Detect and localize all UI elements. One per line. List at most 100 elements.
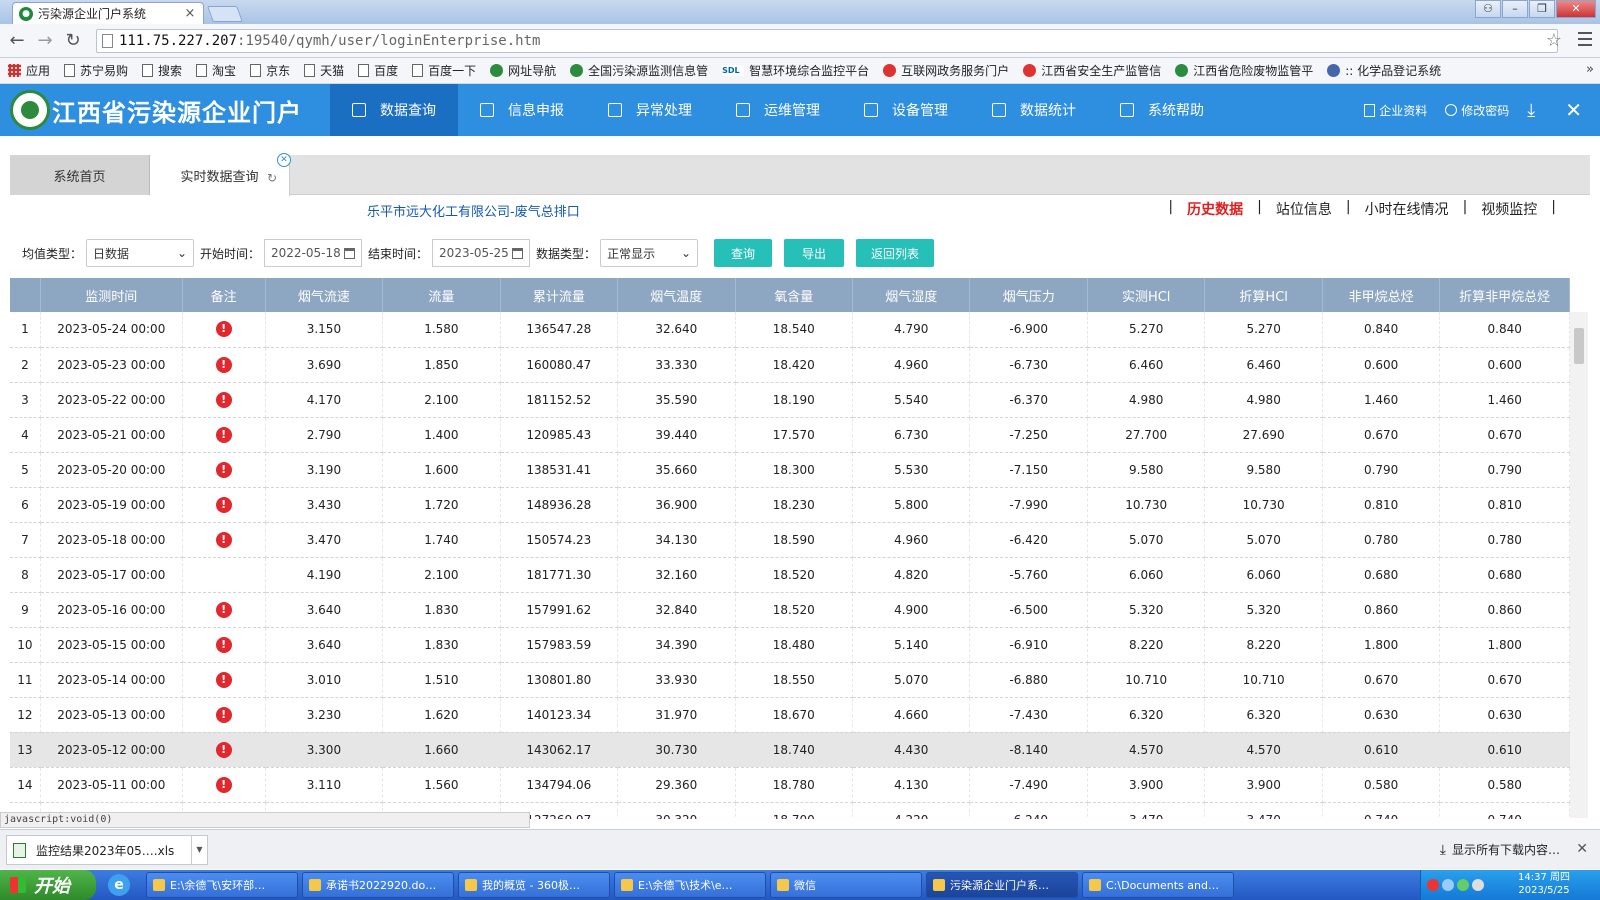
table-row[interactable]: 14 2023-05-11 00:00! 3.110 1.560 134794.06 29… [10, 767, 1570, 803]
bookmark-item[interactable]: 搜索 [142, 62, 182, 79]
refresh-icon[interactable]: ↻ [267, 171, 277, 185]
video-monitor-link[interactable]: 视频监控 [1481, 199, 1537, 219]
chevron-down-icon[interactable]: ▼ [191, 836, 207, 864]
warning-icon[interactable]: ! [215, 671, 232, 688]
nav-help[interactable]: 系统帮助 [1098, 84, 1226, 136]
nav-maintenance[interactable]: 运维管理 [714, 84, 842, 136]
table-row[interactable]: 11 2023-05-14 00:00! 3.010 1.510 130801.80 33… [10, 662, 1570, 698]
export-button[interactable]: 导出 [784, 239, 845, 267]
nav-equipment[interactable]: 设备管理 [842, 84, 970, 136]
warning-icon[interactable]: ! [215, 391, 232, 408]
table-row[interactable]: 10 2023-05-15 00:00! 3.640 1.830 157983.59 34… [10, 627, 1570, 663]
tray-icon[interactable] [1472, 879, 1484, 891]
bookmark-item[interactable]: 网址导航 [490, 62, 556, 79]
taskbar-task[interactable]: E:\余德飞\技术\e… [614, 872, 766, 898]
tab-home[interactable]: 系统首页 [10, 155, 150, 195]
change-password-link[interactable]: 修改密码 [1445, 102, 1509, 119]
forward-arrow-icon[interactable]: → [34, 31, 56, 51]
table-row[interactable]: 2 2023-05-23 00:00! 3.690 1.850 160080.47 33.… [10, 347, 1570, 383]
bookmark-item[interactable]: 互联网政务服务门户 [883, 62, 1009, 79]
show-all-downloads-link[interactable]: ⤓ 显示所有下载内容… [1440, 841, 1560, 858]
close-icon[interactable]: ✕ [1576, 841, 1588, 857]
taskbar-task[interactable]: E:\余德飞\安环部… [146, 872, 298, 898]
minimize-button[interactable]: – [1502, 0, 1528, 18]
close-icon[interactable]: ✕ [277, 153, 291, 167]
warning-icon[interactable]: ! [215, 356, 232, 373]
tray-icon[interactable] [1427, 879, 1439, 891]
avg-type-select[interactable]: 日数据 ⌄ [86, 239, 195, 267]
bookmark-item[interactable]: 江西省危险废物监管平 [1175, 62, 1313, 79]
warning-icon[interactable]: ! [215, 321, 232, 338]
maximize-button[interactable]: ❐ [1529, 0, 1555, 18]
tray-icon[interactable] [1457, 879, 1469, 891]
table-row[interactable]: 7 2023-05-18 00:00! 3.470 1.740 150574.23 34.… [10, 522, 1570, 558]
history-data-link[interactable]: 历史数据 [1187, 199, 1243, 219]
table-row[interactable]: 3 2023-05-22 00:00! 4.170 2.100 181152.52 35.… [10, 382, 1570, 418]
taskbar-task[interactable]: 污染源企业门户系… [926, 872, 1078, 898]
warning-icon[interactable]: ! [215, 636, 232, 653]
data-type-select[interactable]: 正常显示 ⌄ [600, 239, 699, 267]
bookmark-apps[interactable]: 应用 [8, 62, 50, 79]
table-row[interactable]: 8 2023-05-17 00:00 4.190 2.100 181771.30 32.1… [10, 557, 1570, 593]
nav-statistics[interactable]: 数据统计 [970, 84, 1098, 136]
hourly-online-link[interactable]: 小时在线情况 [1365, 199, 1449, 219]
bookmark-item[interactable]: 百度 [358, 62, 398, 79]
bookmark-item[interactable]: 京东 [250, 62, 290, 79]
warning-icon[interactable]: ! [215, 496, 232, 513]
warning-icon[interactable]: ! [215, 426, 232, 443]
user-icon[interactable]: ⚇ [1475, 0, 1501, 18]
table-row[interactable]: 6 2023-05-19 00:00! 3.430 1.720 148936.28 36.… [10, 487, 1570, 523]
window-close-button[interactable]: ✕ [1556, 0, 1596, 18]
back-arrow-icon[interactable]: ← [6, 31, 28, 51]
company-profile-link[interactable]: 企业资料 [1364, 102, 1427, 119]
browser-tab[interactable]: ● 污染源企业门户系统 × [12, 2, 204, 24]
taskbar-task[interactable]: 微信 [770, 872, 922, 898]
tab-close-icon[interactable]: × [183, 6, 197, 21]
bookmark-item[interactable]: 苏宁易购 [64, 62, 128, 79]
warning-icon[interactable]: ! [215, 531, 232, 548]
end-date-input[interactable]: 2023-05-25 [432, 239, 531, 267]
browser-menu-icon[interactable] [1578, 32, 1592, 46]
download-icon[interactable]: ⤓ [1527, 100, 1535, 121]
nav-exception[interactable]: 异常处理 [586, 84, 714, 136]
nav-info-report[interactable]: 信息申报 [458, 84, 586, 136]
bookmark-item[interactable]: :: 化学品登记系统 [1327, 62, 1441, 79]
warning-icon[interactable]: ! [215, 776, 232, 793]
table-scrollbar[interactable] [1570, 312, 1588, 818]
bookmark-item[interactable]: 全国污染源监测信息管 [570, 62, 708, 79]
tab-realtime-query[interactable]: 实时数据查询 ↻ ✕ [150, 153, 291, 196]
download-item[interactable]: 监控结果2023年05….xls ▼ [6, 835, 208, 865]
station-info-link[interactable]: 站位信息 [1276, 199, 1332, 219]
scrollbar-thumb[interactable] [1574, 328, 1584, 364]
bookmark-item[interactable]: SDL 智慧环境综合监控平台 [722, 62, 869, 79]
taskbar-task[interactable]: 承诺书2022920.do… [302, 872, 454, 898]
table-row[interactable]: 12 2023-05-13 00:00! 3.230 1.620 140123.34 31… [10, 697, 1570, 733]
table-row[interactable]: 13 2023-05-12 00:00! 3.300 1.660 143062.17 30… [10, 732, 1570, 768]
warning-icon[interactable]: ! [215, 741, 232, 758]
bookmark-item[interactable]: 江西省安全生产监管信 [1023, 62, 1161, 79]
new-tab-button[interactable] [207, 6, 243, 22]
back-to-list-button[interactable]: 返回列表 [856, 239, 935, 267]
logout-close-icon[interactable]: ✕ [1565, 98, 1582, 122]
taskbar-task[interactable]: 我的概览 - 360极… [458, 872, 610, 898]
table-row[interactable]: 4 2023-05-21 00:00! 2.790 1.400 120985.43 39.… [10, 417, 1570, 453]
tray-icon[interactable] [1442, 879, 1454, 891]
table-row[interactable]: 5 2023-05-20 00:00! 3.190 1.600 138531.41 35.… [10, 452, 1570, 488]
table-row[interactable]: 9 2023-05-16 00:00! 3.640 1.830 157991.62 32.… [10, 592, 1570, 628]
warning-icon[interactable]: ! [215, 461, 232, 478]
url-input[interactable]: 111.75.227.207:19540/qymh/user/loginEnte… [96, 29, 1558, 53]
bookmark-item[interactable]: 百度一下 [412, 62, 476, 79]
taskbar-task[interactable]: C:\Documents and… [1082, 872, 1234, 898]
start-date-input[interactable]: 2022-05-18 [264, 239, 363, 267]
bookmark-item[interactable]: 淘宝 [196, 62, 236, 79]
query-button[interactable]: 查询 [714, 239, 773, 267]
reload-icon[interactable]: ↻ [62, 31, 84, 51]
bookmark-item[interactable]: 天猫 [304, 62, 344, 79]
ie-icon[interactable]: e [108, 874, 130, 896]
warning-icon[interactable]: ! [215, 706, 232, 723]
start-button[interactable]: 开始 [0, 870, 96, 900]
warning-icon[interactable]: ! [215, 601, 232, 618]
bookmarks-overflow-icon[interactable]: » [1586, 62, 1594, 77]
nav-data-query[interactable]: 数据查询 [330, 84, 458, 136]
table-row[interactable]: 1 2023-05-24 00:00! 3.150 1.580 136547.28 32.… [10, 312, 1570, 348]
